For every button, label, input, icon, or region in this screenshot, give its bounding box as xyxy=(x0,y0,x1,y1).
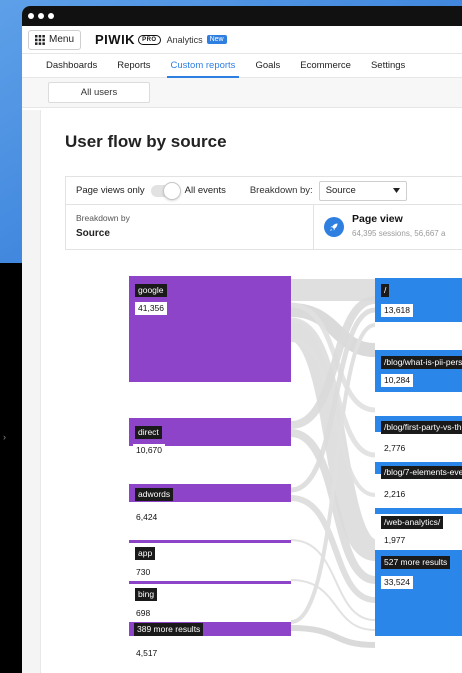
page-node[interactable]: /blog/first-party-vs-th xyxy=(375,416,462,434)
source-node[interactable]: 389 more results xyxy=(129,622,291,636)
top-bar: Menu PIWIK PRO Analytics New xyxy=(22,26,462,54)
page-value: 13,618 xyxy=(381,304,413,317)
nav-custom-reports[interactable]: Custom reports xyxy=(161,54,246,78)
breakdown-header: Breakdown by Source Page view 64,395 ses… xyxy=(65,204,462,250)
flow-diagram: google 41,356 direct 10,670 adwords 6,42… xyxy=(41,250,462,673)
breakdown-select-value: Source xyxy=(325,185,356,196)
page-node[interactable]: /blog/what-is-pii-pers 10,284 xyxy=(375,350,462,392)
grid-icon xyxy=(35,34,45,45)
breakdown-column-header: Breakdown by Source xyxy=(66,205,314,249)
app-window: Menu PIWIK PRO Analytics New Dashboards … xyxy=(22,6,462,673)
source-label: bing xyxy=(135,588,158,601)
brand-name: PIWIK xyxy=(95,32,136,47)
source-node[interactable]: adwords xyxy=(129,484,291,502)
source-value: 730 xyxy=(133,566,154,579)
report-card: User flow by source Page views only All … xyxy=(40,110,462,673)
nav-ecommerce[interactable]: Ecommerce xyxy=(290,54,361,78)
page-node[interactable]: 527 more results 33,524 xyxy=(375,550,462,636)
page-title: User flow by source xyxy=(65,132,227,151)
window-close-dot[interactable] xyxy=(28,13,34,19)
event-toggle[interactable] xyxy=(150,181,181,200)
breakdown-value-label: Source xyxy=(76,228,110,239)
source-label: 389 more results xyxy=(134,623,204,636)
toggle-knob[interactable] xyxy=(162,181,181,200)
source-node[interactable]: direct xyxy=(129,418,291,446)
source-label: direct xyxy=(135,426,162,439)
page-label: / xyxy=(381,284,390,297)
source-label: app xyxy=(135,547,156,560)
source-value: 6,424 xyxy=(133,511,161,524)
breakdown-select[interactable]: Source xyxy=(318,180,407,201)
main-nav: Dashboards Reports Custom reports Goals … xyxy=(22,54,462,78)
nav-reports[interactable]: Reports xyxy=(107,54,160,78)
menu-button[interactable]: Menu xyxy=(28,29,82,50)
page-views-only-label: Page views only xyxy=(76,185,145,196)
segment-bar: All users xyxy=(22,78,462,108)
page-label: /web-analytics/ xyxy=(381,516,444,529)
flow-link xyxy=(290,579,376,631)
page-node[interactable]: / 13,618 xyxy=(375,278,462,322)
segment-button[interactable]: All users xyxy=(48,82,150,103)
chevron-right-icon[interactable]: › xyxy=(3,432,6,442)
rocket-icon xyxy=(324,217,344,237)
page-label: /blog/what-is-pii-pers xyxy=(381,356,462,369)
brand-badge: PRO xyxy=(138,34,161,45)
breakdown-by-label: Breakdown by: xyxy=(249,185,313,196)
page-node[interactable]: /blog/7-elements-eve xyxy=(375,462,462,479)
page-value: 2,216 xyxy=(381,488,409,501)
source-value: 10,670 xyxy=(133,444,165,457)
chevron-down-icon xyxy=(392,188,400,193)
step-title[interactable]: Page view xyxy=(352,213,403,225)
page-value: 1,977 xyxy=(381,534,409,547)
page-value: 10,284 xyxy=(381,374,413,387)
page-node[interactable] xyxy=(375,508,462,514)
all-events-label: All events xyxy=(184,185,226,196)
nav-dashboards[interactable]: Dashboards xyxy=(36,54,107,78)
page-value: 2,776 xyxy=(381,442,409,455)
report-controls: Page views only All events Breakdown by:… xyxy=(65,176,462,204)
window-minimize-dot[interactable] xyxy=(38,13,44,19)
flow-link xyxy=(290,625,376,648)
source-node[interactable] xyxy=(129,540,291,543)
nav-settings[interactable]: Settings xyxy=(361,54,415,78)
source-node[interactable]: google 41,356 xyxy=(129,276,291,382)
page-value: 33,524 xyxy=(381,576,413,589)
breakdown-small-label: Breakdown by xyxy=(76,213,130,223)
step-subtitle: 64,395 sessions, 56,667 a xyxy=(352,229,446,238)
page-label: 527 more results xyxy=(381,556,451,569)
window-maximize-dot[interactable] xyxy=(48,13,54,19)
source-label: adwords xyxy=(135,488,174,501)
window-titlebar xyxy=(22,6,462,26)
source-label: google xyxy=(135,284,167,297)
source-value: 698 xyxy=(133,607,154,620)
source-value: 41,356 xyxy=(135,302,167,315)
brand-logo[interactable]: PIWIK PRO xyxy=(95,32,161,47)
product-name: Analytics xyxy=(166,34,203,45)
page-label: /blog/7-elements-eve xyxy=(381,466,462,479)
menu-label: Menu xyxy=(49,34,75,45)
page-label: /blog/first-party-vs-th xyxy=(381,421,462,434)
content-area: User flow by source Page views only All … xyxy=(22,110,462,673)
source-node[interactable] xyxy=(129,581,291,584)
new-badge: New xyxy=(206,35,227,44)
source-value: 4,517 xyxy=(133,647,161,660)
nav-goals[interactable]: Goals xyxy=(245,54,290,78)
